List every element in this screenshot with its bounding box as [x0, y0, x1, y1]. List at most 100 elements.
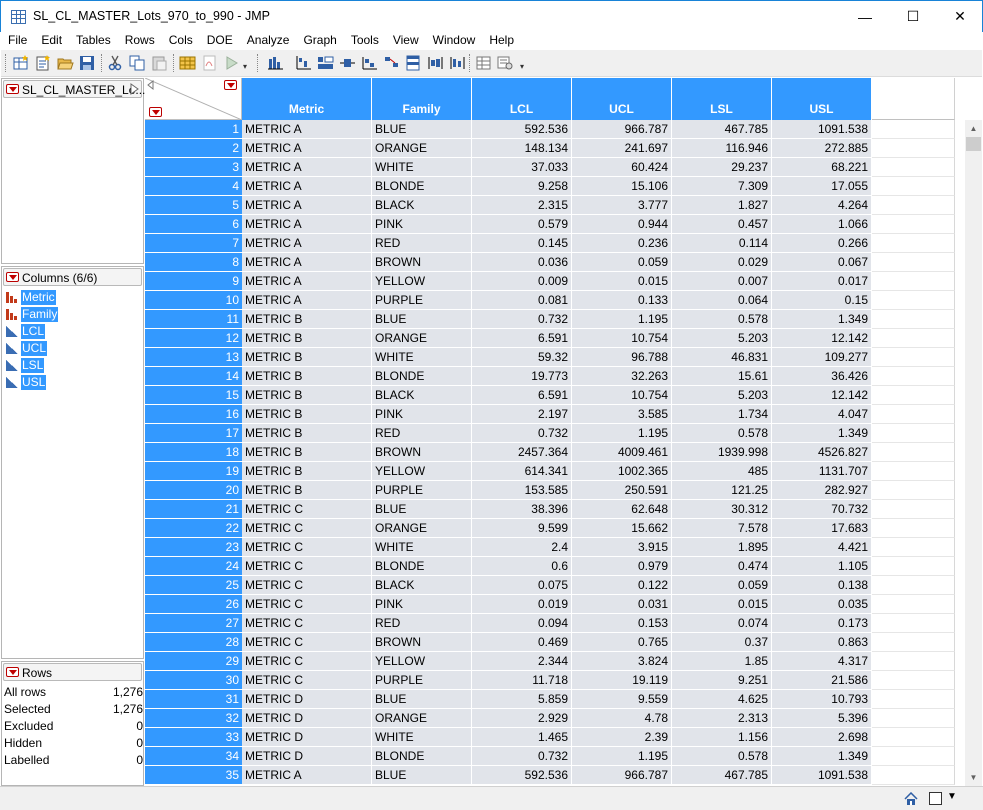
cell-usl[interactable]: 4.047: [772, 405, 872, 424]
fit-model-icon[interactable]: [317, 55, 334, 71]
cell-family[interactable]: BLUE: [372, 690, 472, 709]
table-row[interactable]: 15 METRIC B BLACK 6.591 10.754 5.203 12.142: [145, 386, 965, 405]
cell-lsl[interactable]: 121.25: [672, 481, 772, 500]
menu-help[interactable]: Help: [482, 32, 521, 50]
cell-ucl[interactable]: 62.648: [572, 500, 672, 519]
cell-lsl[interactable]: 0.007: [672, 272, 772, 291]
cell-metric[interactable]: METRIC A: [242, 177, 372, 196]
cell-lsl[interactable]: 5.203: [672, 329, 772, 348]
table-row[interactable]: 8 METRIC A BROWN 0.036 0.059 0.029 0.067: [145, 253, 965, 272]
cell-ucl[interactable]: 0.031: [572, 595, 672, 614]
row-number[interactable]: 4: [145, 177, 242, 196]
cell-family[interactable]: PINK: [372, 405, 472, 424]
table-row[interactable]: 35 METRIC A BLUE 592.536 966.787 467.785 1091.…: [145, 766, 965, 785]
cell-lcl[interactable]: 2.197: [472, 405, 572, 424]
cell-usl[interactable]: 1.066: [772, 215, 872, 234]
cell-lsl[interactable]: 0.114: [672, 234, 772, 253]
cell-ucl[interactable]: 3.824: [572, 652, 672, 671]
cell-lcl[interactable]: 0.732: [472, 310, 572, 329]
cell-ucl[interactable]: 2.39: [572, 728, 672, 747]
cell-ucl[interactable]: 9.559: [572, 690, 672, 709]
cell-family[interactable]: WHITE: [372, 728, 472, 747]
cell-metric[interactable]: METRIC C: [242, 576, 372, 595]
cell-lsl[interactable]: 0.059: [672, 576, 772, 595]
cell-metric[interactable]: METRIC C: [242, 538, 372, 557]
cell-family[interactable]: BLUE: [372, 766, 472, 785]
properties-icon[interactable]: [497, 55, 514, 71]
cell-family[interactable]: BLACK: [372, 196, 472, 215]
row-number[interactable]: 17: [145, 424, 242, 443]
table-row[interactable]: 27 METRIC C RED 0.094 0.153 0.074 0.173: [145, 614, 965, 633]
close-button[interactable]: ✕: [937, 1, 983, 32]
row-number[interactable]: 12: [145, 329, 242, 348]
cell-usl[interactable]: 0.15: [772, 291, 872, 310]
cell-ucl[interactable]: 0.765: [572, 633, 672, 652]
cell-metric[interactable]: METRIC B: [242, 329, 372, 348]
cell-usl[interactable]: 1131.707: [772, 462, 872, 481]
row-number[interactable]: 5: [145, 196, 242, 215]
menu-doe[interactable]: DOE: [200, 32, 240, 50]
row-number[interactable]: 16: [145, 405, 242, 424]
empty-cell[interactable]: [872, 728, 955, 747]
empty-cell[interactable]: [872, 519, 955, 538]
table-row[interactable]: 31 METRIC D BLUE 5.859 9.559 4.625 10.793: [145, 690, 965, 709]
cell-ucl[interactable]: 0.133: [572, 291, 672, 310]
cell-lsl[interactable]: 0.015: [672, 595, 772, 614]
menu-graph[interactable]: Graph: [296, 32, 343, 50]
cell-metric[interactable]: METRIC A: [242, 234, 372, 253]
table-row[interactable]: 2 METRIC A ORANGE 148.134 241.697 116.946 272.…: [145, 139, 965, 158]
cell-lsl[interactable]: 7.578: [672, 519, 772, 538]
cell-family[interactable]: ORANGE: [372, 519, 472, 538]
cell-ucl[interactable]: 96.788: [572, 348, 672, 367]
collapse-arrow-icon[interactable]: [130, 83, 139, 95]
row-number[interactable]: 19: [145, 462, 242, 481]
columns-red-triangle-icon[interactable]: [224, 80, 237, 90]
toolbar-overflow-icon-2[interactable]: ▾: [520, 62, 524, 71]
cell-usl[interactable]: 1091.538: [772, 120, 872, 139]
cell-lsl[interactable]: 0.474: [672, 557, 772, 576]
cell-lcl[interactable]: 37.033: [472, 158, 572, 177]
empty-cell[interactable]: [872, 234, 955, 253]
cell-ucl[interactable]: 32.263: [572, 367, 672, 386]
cell-lcl[interactable]: 0.579: [472, 215, 572, 234]
table-row[interactable]: 19 METRIC B YELLOW 614.341 1002.365 485 1131.7…: [145, 462, 965, 481]
copy-icon[interactable]: [129, 55, 146, 71]
cell-lcl[interactable]: 2457.364: [472, 443, 572, 462]
cell-lsl[interactable]: 467.785: [672, 766, 772, 785]
row-number[interactable]: 2: [145, 139, 242, 158]
grid-corner[interactable]: [145, 78, 242, 120]
empty-cell[interactable]: [872, 196, 955, 215]
cell-lcl[interactable]: 0.469: [472, 633, 572, 652]
toolbar-overflow-icon[interactable]: ▾: [243, 62, 247, 71]
scrollbar-thumb[interactable]: [966, 137, 981, 151]
cell-family[interactable]: YELLOW: [372, 272, 472, 291]
column-header-lcl[interactable]: LCL: [472, 78, 572, 120]
cell-usl[interactable]: 36.426: [772, 367, 872, 386]
cell-usl[interactable]: 1091.538: [772, 766, 872, 785]
empty-cell[interactable]: [872, 120, 955, 139]
cell-metric[interactable]: METRIC A: [242, 766, 372, 785]
cell-ucl[interactable]: 1.195: [572, 424, 672, 443]
cell-ucl[interactable]: 1002.365: [572, 462, 672, 481]
columns-panel-header[interactable]: Columns (6/6): [3, 268, 142, 286]
column-item-usl[interactable]: USL: [6, 374, 47, 391]
empty-column-header[interactable]: [872, 78, 955, 120]
table-row[interactable]: 33 METRIC D WHITE 1.465 2.39 1.156 2.698: [145, 728, 965, 747]
row-number[interactable]: 31: [145, 690, 242, 709]
cell-ucl[interactable]: 4.78: [572, 709, 672, 728]
cell-metric[interactable]: METRIC A: [242, 253, 372, 272]
tabulate-icon[interactable]: [405, 55, 422, 71]
cell-metric[interactable]: METRIC B: [242, 462, 372, 481]
cell-ucl[interactable]: 3.585: [572, 405, 672, 424]
cell-lsl[interactable]: 1.85: [672, 652, 772, 671]
empty-cell[interactable]: [872, 766, 955, 785]
empty-cell[interactable]: [872, 500, 955, 519]
cell-lsl[interactable]: 1.895: [672, 538, 772, 557]
cell-family[interactable]: BLUE: [372, 500, 472, 519]
new-data-table-icon[interactable]: [13, 55, 30, 71]
new-script-icon[interactable]: [35, 55, 52, 71]
empty-cell[interactable]: [872, 139, 955, 158]
cell-usl[interactable]: 282.927: [772, 481, 872, 500]
variability-icon[interactable]: [427, 55, 444, 71]
cell-usl[interactable]: 0.067: [772, 253, 872, 272]
